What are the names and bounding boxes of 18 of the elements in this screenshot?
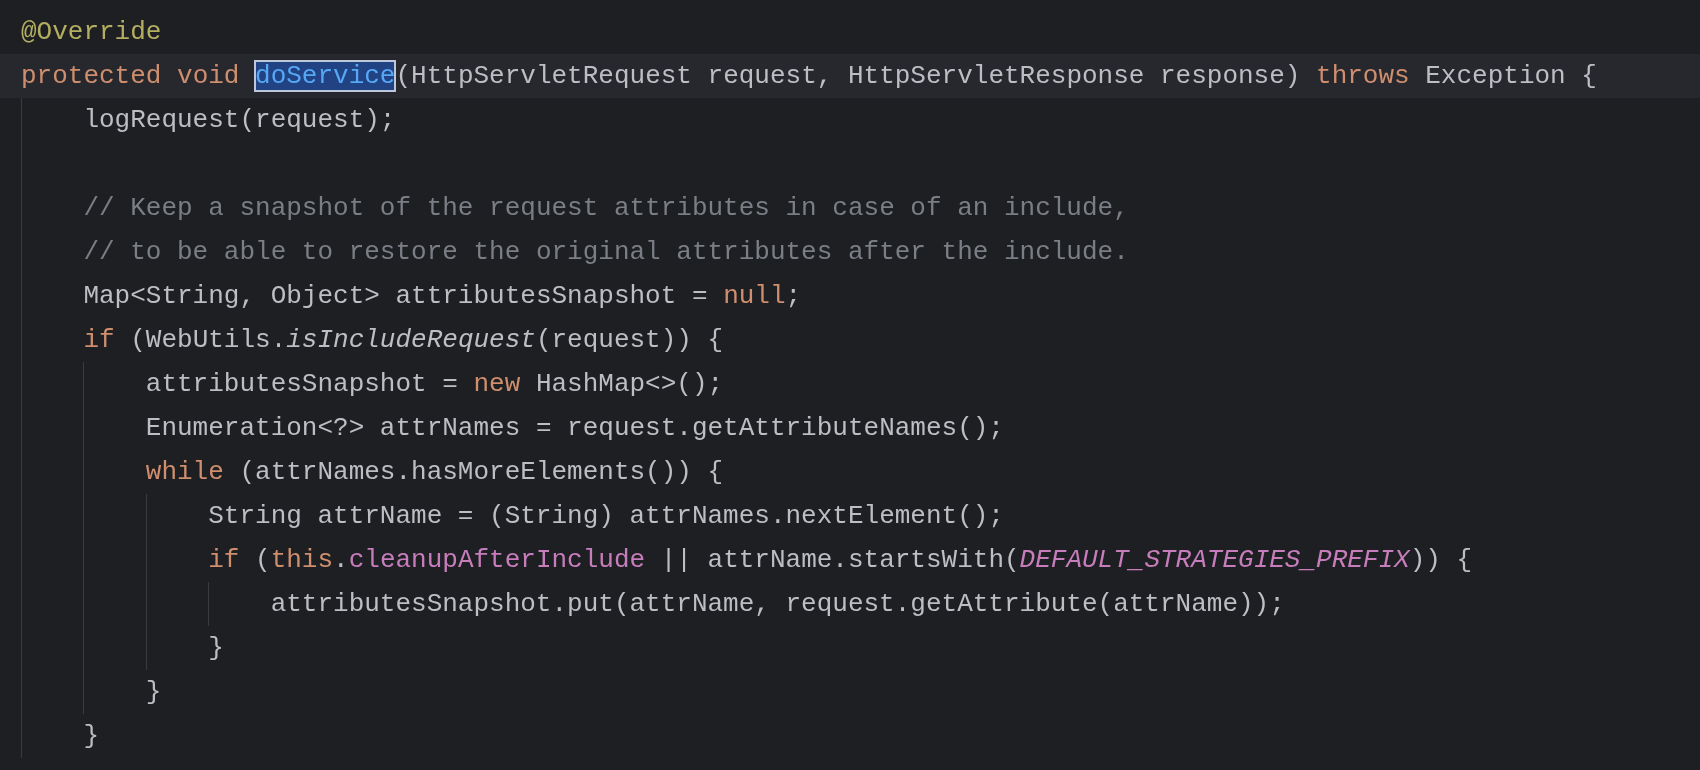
code-line: } (145, 677, 162, 707)
code-line: } (208, 633, 224, 663)
code-line: } (83, 721, 99, 751)
code-line: String attrName = (String) attrNames.nextElement(); (208, 501, 1004, 531)
code-text: protected void (21, 61, 241, 91)
code-line: @Override (21, 17, 162, 47)
code-line: Enumeration<?> attrNames = request.getAttributeNames(); (145, 413, 1004, 443)
code-line: // to be able to restore the original attributes after the include. (83, 237, 1129, 267)
selected-text: doService (255, 61, 396, 91)
code-line: while (attrNames.hasMoreElements()) { (145, 457, 724, 487)
code-line: // Keep a snapshot of the request attributes in case of an include, (83, 193, 1129, 223)
code-line: attributesSnapshot.put(attrName, request.getAttribute(attrName)); (270, 589, 1285, 619)
code-line: logRequest(request); (83, 105, 396, 135)
code-text: (HttpServletRequest request, HttpServletResponse response) throws Exception { (395, 61, 1597, 91)
code-line: attributesSnapshot = new HashMap<>(); (145, 369, 724, 399)
code-line: if (this.cleanupAfterInclude || attrName.startsWith(DEFAULT_STRATEGIES_PREFIX)) { (208, 545, 1473, 575)
code-line: if (WebUtils.isIncludeRequest(request)) { (83, 325, 724, 355)
code-line: Map<String, Object> attributesSnapshot = null; (83, 281, 802, 311)
